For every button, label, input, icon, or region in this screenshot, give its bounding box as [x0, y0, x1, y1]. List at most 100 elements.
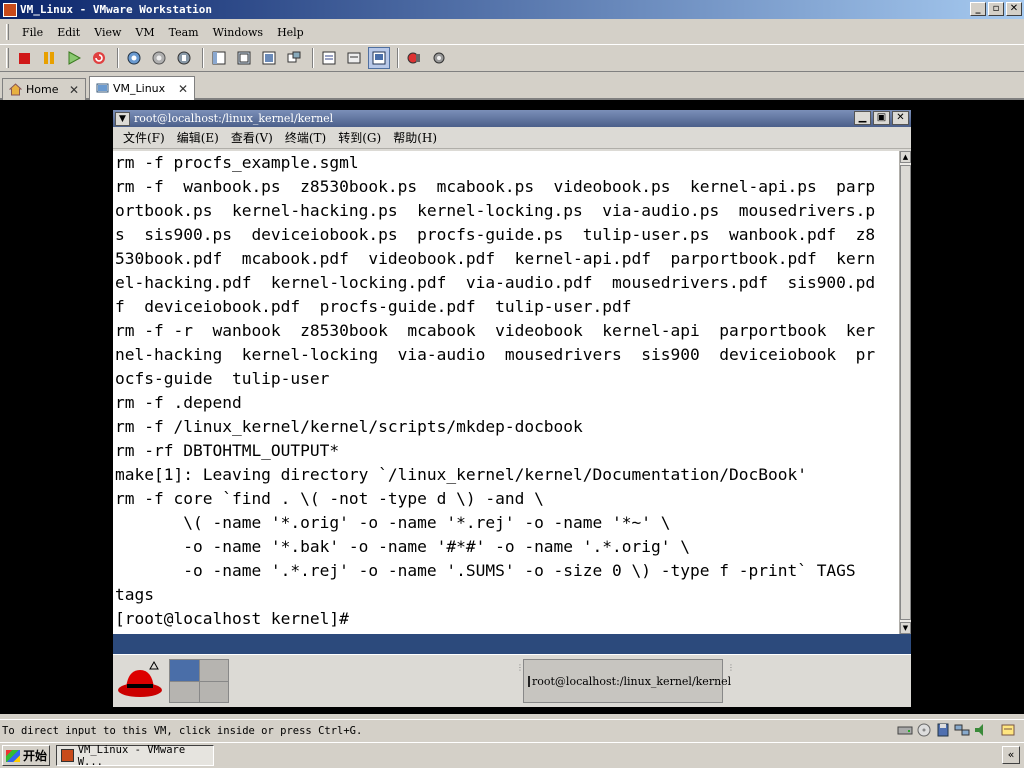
- terminal-line: f deviceiobook.pdf procfs-guide.pdf tuli…: [115, 297, 632, 316]
- console-view-button[interactable]: [368, 47, 390, 69]
- terminal-line: s sis900.ps deviceiobook.ps procfs-guide…: [115, 225, 876, 244]
- play-icon: [68, 51, 81, 65]
- terminal-output[interactable]: rm -f procfs_example.sgml rm -f wanbook.p…: [113, 151, 899, 634]
- full-screen-button[interactable]: [258, 47, 280, 69]
- cd-rom-icon[interactable]: [916, 723, 932, 737]
- panel-handle[interactable]: ⋮: [516, 663, 524, 699]
- hard-disk-icon[interactable]: [897, 723, 913, 737]
- floppy-icon[interactable]: [935, 723, 951, 737]
- vm-icon: [96, 83, 109, 93]
- close-icon[interactable]: ✕: [69, 83, 79, 97]
- revert-icon: [152, 51, 166, 65]
- snapshot-manager-button[interactable]: [173, 47, 195, 69]
- guest-terminal-titlebar[interactable]: ▼ root@localhost:/linux_kernel/kernel ▁ …: [113, 110, 911, 127]
- close-button[interactable]: ✕: [1006, 2, 1022, 16]
- quick-switch-icon: [237, 51, 251, 65]
- terminal-line: \( -name '*.orig' -o -name '*.rej' -o -n…: [115, 513, 671, 532]
- guest-terminal-window: ▼ root@localhost:/linux_kernel/kernel ▁ …: [112, 109, 912, 707]
- summary-icon: [322, 51, 336, 65]
- device-icons: [897, 723, 1016, 737]
- revert-snapshot-button[interactable]: [148, 47, 170, 69]
- scrollbar-thumb[interactable]: [900, 165, 911, 620]
- terminal-line: 530book.pdf mcabook.pdf videobook.pdf ke…: [115, 249, 876, 268]
- network-icon[interactable]: [954, 723, 970, 737]
- terminal-line: ocfs-guide tulip-user: [115, 369, 330, 388]
- stop-icon: [18, 52, 30, 64]
- window-menu-icon[interactable]: ▼: [115, 111, 130, 126]
- power-on-button[interactable]: [63, 47, 85, 69]
- maximize-button[interactable]: ▫: [988, 2, 1004, 16]
- terminal-line: make[1]: Leaving directory `/linux_kerne…: [115, 465, 807, 484]
- panel-handle[interactable]: ⋮: [727, 663, 735, 699]
- guest-taskbar-button[interactable]: root@localhost:/linux_kernel/kernel: [523, 659, 731, 703]
- snapshot-manager-icon: [177, 51, 191, 65]
- menu-vm[interactable]: VM: [128, 24, 161, 41]
- menu-edit[interactable]: Edit: [50, 24, 87, 41]
- appliance-view-button[interactable]: [343, 47, 365, 69]
- terminal-line: ortbook.ps kernel-hacking.ps kernel-lock…: [115, 201, 876, 220]
- workspace-pager[interactable]: [169, 659, 229, 703]
- guest-desktop-strip: [113, 634, 911, 654]
- menu-view[interactable]: View: [87, 24, 128, 41]
- toolbar-grip[interactable]: [6, 48, 9, 68]
- guest-menu-help[interactable]: 帮助(H): [387, 129, 443, 146]
- toolbar-separator: [312, 48, 314, 68]
- menu-windows[interactable]: Windows: [206, 24, 270, 41]
- message-log-icon[interactable]: [1000, 723, 1016, 737]
- workspace-3[interactable]: [170, 681, 199, 702]
- reset-icon: [93, 52, 105, 64]
- workspace-2[interactable]: [199, 660, 228, 681]
- tab-label: VM_Linux: [113, 82, 166, 95]
- window-title: VM_Linux - VMware Workstation: [20, 3, 213, 16]
- full-screen-icon: [262, 51, 276, 65]
- guest-terminal-title: root@localhost:/linux_kernel/kernel: [134, 112, 334, 125]
- show-sidebar-button[interactable]: [208, 47, 230, 69]
- vmware-titlebar[interactable]: VM_Linux - VMware Workstation _ ▫ ✕: [0, 0, 1024, 19]
- workspace-1[interactable]: [170, 660, 199, 681]
- reset-button[interactable]: [88, 47, 110, 69]
- capture-movie-button[interactable]: [403, 47, 425, 69]
- windows-taskbar: 开始 VM_Linux - VMware W... «: [0, 742, 1024, 768]
- menu-team[interactable]: Team: [162, 24, 206, 41]
- close-icon[interactable]: ✕: [178, 82, 188, 96]
- guest-minimize-button[interactable]: ▁: [854, 111, 871, 125]
- vm-console[interactable]: ▼ root@localhost:/linux_kernel/kernel ▁ …: [0, 100, 1024, 714]
- minimize-button[interactable]: _: [970, 2, 986, 16]
- start-button[interactable]: 开始: [2, 745, 50, 766]
- sound-icon[interactable]: [973, 723, 989, 737]
- power-off-button[interactable]: [13, 47, 35, 69]
- menu-help[interactable]: Help: [270, 24, 311, 41]
- guest-close-button[interactable]: ✕: [892, 111, 909, 125]
- guest-maximize-button[interactable]: ▣: [873, 111, 890, 125]
- suspend-button[interactable]: [38, 47, 60, 69]
- menubar: File Edit View VM Team Windows Help: [0, 21, 1024, 43]
- taskbar-vmware-button[interactable]: VM_Linux - VMware W...: [56, 744, 214, 768]
- unity-button[interactable]: [283, 47, 305, 69]
- statusbar: To direct input to this VM, click inside…: [0, 719, 1024, 741]
- guest-menu-go[interactable]: 转到(G): [332, 129, 387, 146]
- menu-file[interactable]: File: [15, 24, 50, 41]
- terminal-line: rm -f -r wanbook z8530book mcabook video…: [115, 321, 876, 340]
- pause-icon: [44, 52, 54, 64]
- summary-view-button[interactable]: [318, 47, 340, 69]
- menubar-grip[interactable]: [6, 24, 9, 40]
- preferences-button[interactable]: [428, 47, 450, 69]
- quick-switch-button[interactable]: [233, 47, 255, 69]
- tab-label: Home: [26, 83, 59, 96]
- vmware-app-icon: [3, 2, 17, 17]
- workspace-4[interactable]: [199, 681, 228, 702]
- terminal-line: -o -name '.*.rej' -o -name '.SUMS' -o -s…: [115, 561, 856, 580]
- terminal-scrollbar[interactable]: ▲ ▼: [899, 151, 911, 634]
- guest-menu-view[interactable]: 查看(V): [225, 129, 279, 146]
- tab-vm-linux[interactable]: VM_Linux ✕: [89, 76, 195, 100]
- guest-menu-edit[interactable]: 编辑(E): [171, 129, 225, 146]
- tab-home[interactable]: Home ✕: [2, 78, 86, 100]
- scroll-up-arrow-icon[interactable]: ▲: [900, 151, 911, 163]
- guest-menu-terminal[interactable]: 终端(T): [279, 129, 332, 146]
- appliance-icon: [347, 52, 361, 64]
- redhat-menu-icon[interactable]: [116, 660, 164, 702]
- scroll-down-arrow-icon[interactable]: ▼: [900, 622, 911, 634]
- guest-menu-file[interactable]: 文件(F): [117, 129, 171, 146]
- tray-expand-button[interactable]: «: [1002, 746, 1020, 764]
- snapshot-button[interactable]: [123, 47, 145, 69]
